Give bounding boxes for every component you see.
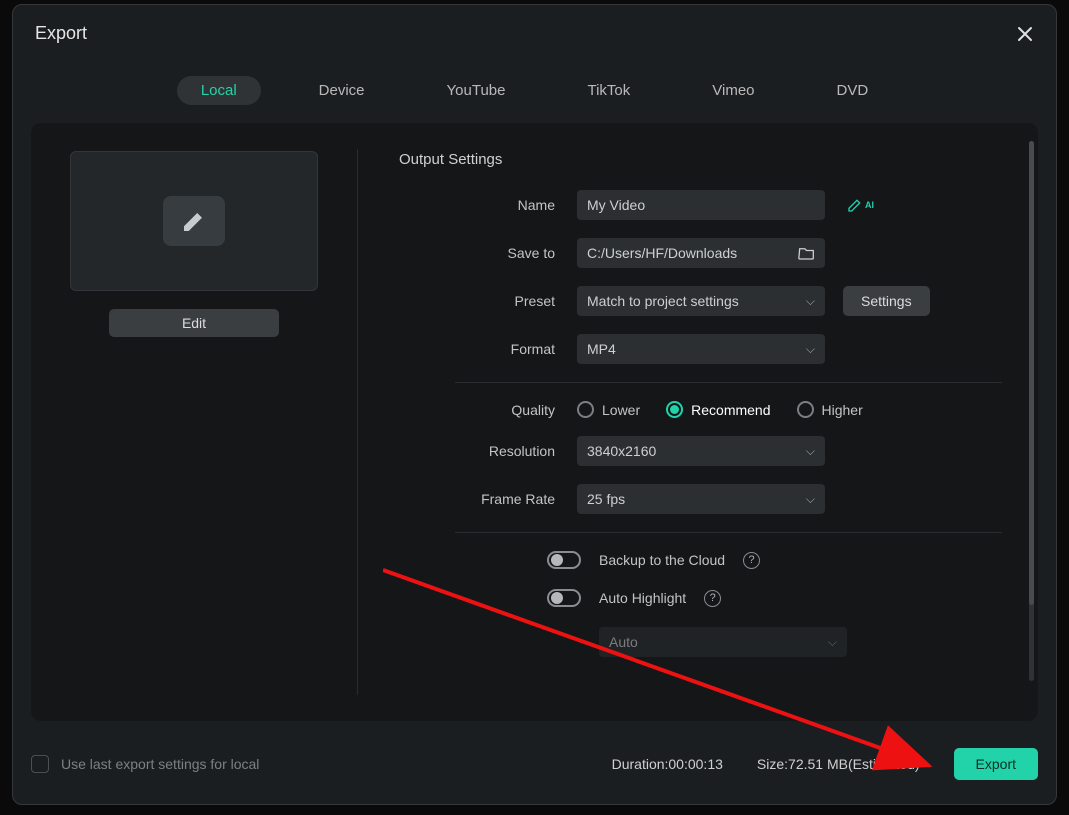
format-select[interactable]: MP4 ⌵ — [577, 334, 825, 364]
tab-vimeo[interactable]: Vimeo — [688, 76, 778, 105]
chevron-down-icon: ⌵ — [828, 635, 837, 650]
backup-cloud-toggle[interactable] — [547, 551, 581, 569]
divider — [455, 382, 1002, 383]
preset-settings-button[interactable]: Settings — [843, 286, 930, 316]
quality-lower[interactable]: Lower — [577, 401, 640, 418]
export-tabs: Local Device YouTube TikTok Vimeo DVD — [13, 54, 1056, 123]
tab-device[interactable]: Device — [295, 76, 389, 105]
chevron-down-icon: ⌵ — [806, 342, 815, 357]
chevron-down-icon: ⌵ — [806, 294, 815, 309]
name-input[interactable] — [577, 190, 825, 220]
label-name: Name — [399, 197, 577, 213]
label-preset: Preset — [399, 293, 577, 309]
scrollbar[interactable] — [1029, 141, 1034, 681]
format-value: MP4 — [587, 341, 616, 357]
tab-tiktok[interactable]: TikTok — [563, 76, 654, 105]
quality-radio-group: Lower Recommend Higher — [577, 401, 863, 418]
export-button[interactable]: Export — [954, 748, 1038, 780]
dialog-title: Export — [35, 23, 87, 44]
row-quality: Quality Lower Recommend Higher — [399, 401, 1002, 418]
auto-highlight-select[interactable]: Auto ⌵ — [599, 627, 847, 657]
thumbnail-edit-icon-box — [163, 196, 225, 246]
row-auto-highlight-mode: Auto ⌵ — [399, 627, 1002, 657]
close-icon[interactable] — [1016, 25, 1034, 43]
output-settings-title: Output Settings — [399, 151, 1002, 168]
row-preset: Preset Match to project settings ⌵ Setti… — [399, 286, 1002, 316]
frame-rate-value: 25 fps — [587, 491, 625, 507]
left-column: Edit — [31, 123, 357, 721]
label-save-to: Save to — [399, 245, 577, 261]
label-quality: Quality — [399, 402, 577, 418]
auto-highlight-toggle[interactable] — [547, 589, 581, 607]
preset-select[interactable]: Match to project settings ⌵ — [577, 286, 825, 316]
row-save-to: Save to C:/Users/HF/Downloads — [399, 238, 1002, 268]
pencil-icon — [181, 208, 207, 234]
dialog-header: Export — [13, 5, 1056, 54]
save-to-field[interactable]: C:/Users/HF/Downloads — [577, 238, 825, 268]
row-backup-cloud: Backup to the Cloud ? — [399, 551, 1002, 569]
dialog-footer: Use last export settings for local Durat… — [31, 742, 1038, 786]
preset-value: Match to project settings — [587, 293, 739, 309]
use-last-settings-label: Use last export settings for local — [61, 756, 259, 772]
resolution-value: 3840x2160 — [587, 443, 656, 459]
row-format: Format MP4 ⌵ — [399, 334, 1002, 364]
quality-recommend[interactable]: Recommend — [666, 401, 770, 418]
row-frame-rate: Frame Rate 25 fps ⌵ — [399, 484, 1002, 514]
row-auto-highlight: Auto Highlight ? — [399, 589, 1002, 607]
chevron-down-icon: ⌵ — [806, 492, 815, 507]
help-icon[interactable]: ? — [743, 552, 760, 569]
resolution-select[interactable]: 3840x2160 ⌵ — [577, 436, 825, 466]
tab-dvd[interactable]: DVD — [813, 76, 893, 105]
chevron-down-icon: ⌵ — [806, 444, 815, 459]
scrollbar-thumb[interactable] — [1029, 141, 1034, 605]
save-to-value: C:/Users/HF/Downloads — [587, 245, 737, 261]
edit-thumbnail-button[interactable]: Edit — [109, 309, 279, 337]
export-dialog: Export Local Device YouTube TikTok Vimeo… — [12, 4, 1057, 805]
divider — [455, 532, 1002, 533]
tab-local[interactable]: Local — [177, 76, 261, 105]
right-column: Output Settings Name AI Save to C:/Users… — [357, 123, 1038, 721]
help-icon[interactable]: ? — [704, 590, 721, 607]
auto-highlight-value: Auto — [609, 634, 638, 650]
row-name: Name AI — [399, 190, 1002, 220]
ai-rename-icon[interactable]: AI — [847, 197, 874, 213]
size-text: Size:72.51 MB(Estimated) — [757, 756, 920, 772]
video-thumbnail[interactable] — [70, 151, 318, 291]
auto-highlight-label: Auto Highlight — [599, 590, 686, 606]
settings-panel: Edit Output Settings Name AI Save to C:/… — [31, 123, 1038, 721]
tab-youtube[interactable]: YouTube — [423, 76, 530, 105]
label-resolution: Resolution — [399, 443, 577, 459]
frame-rate-select[interactable]: 25 fps ⌵ — [577, 484, 825, 514]
row-resolution: Resolution 3840x2160 ⌵ — [399, 436, 1002, 466]
backup-cloud-label: Backup to the Cloud — [599, 552, 725, 568]
folder-icon[interactable] — [798, 246, 815, 260]
duration-text: Duration:00:00:13 — [612, 756, 723, 772]
label-frame-rate: Frame Rate — [399, 491, 577, 507]
label-format: Format — [399, 341, 577, 357]
use-last-settings-checkbox[interactable] — [31, 755, 49, 773]
quality-higher[interactable]: Higher — [797, 401, 863, 418]
